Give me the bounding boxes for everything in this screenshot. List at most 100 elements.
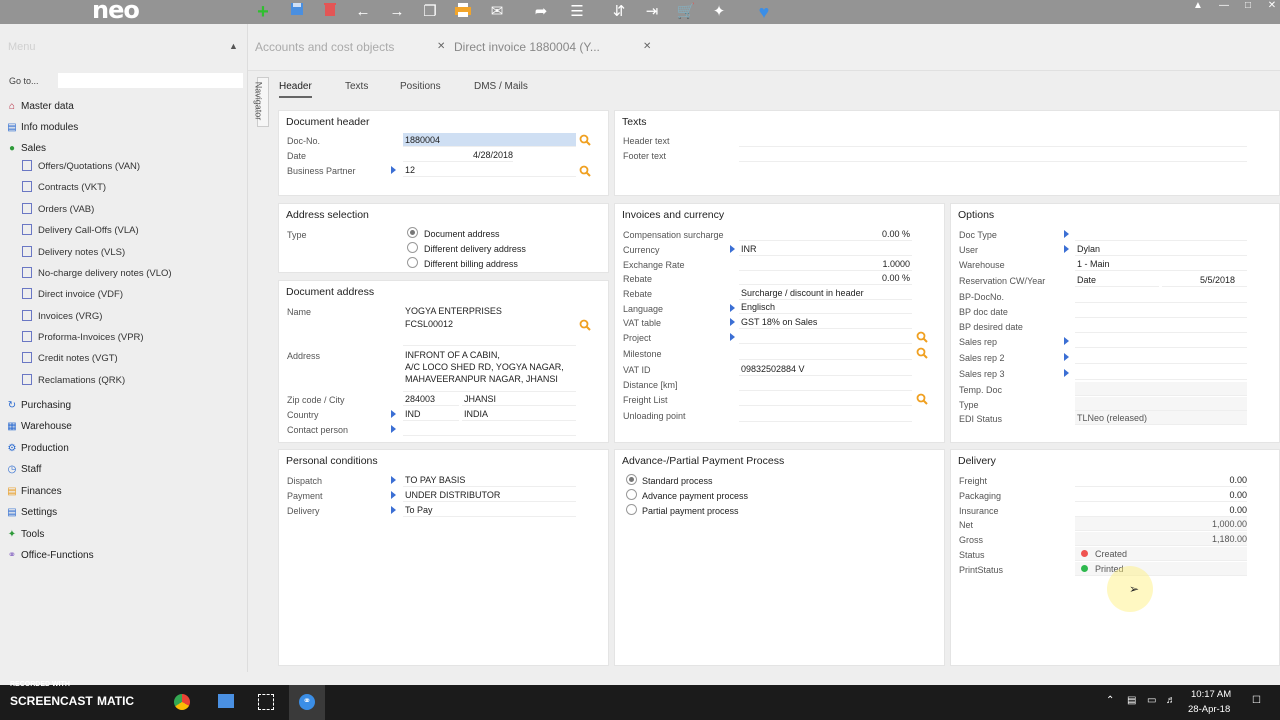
sidebar-item-production[interactable]: ⚙ Production — [5, 441, 69, 457]
insurance-field[interactable]: 0.00 — [1075, 503, 1247, 517]
tab-direct-invoice[interactable]: Direct invoice 1880004 (Y... — [454, 40, 600, 54]
rebate-mode-field[interactable]: Surcharge / discount in header — [739, 286, 912, 300]
date-field[interactable]: 4/28/2018 — [403, 148, 513, 162]
list-icon[interactable]: ☰ — [567, 2, 587, 22]
search-icon[interactable] — [916, 347, 928, 359]
volume-icon[interactable]: ♬ — [1166, 695, 1176, 706]
search-icon[interactable] — [916, 331, 928, 343]
sidebar-sub-item[interactable]: Contracts (VKT) — [22, 180, 106, 196]
close-tab-icon[interactable]: ✕ — [643, 41, 651, 52]
close-tab-icon[interactable]: ✕ — [437, 41, 445, 52]
add-icon[interactable]: + — [253, 2, 273, 22]
sales-rep-3-field[interactable] — [1075, 366, 1247, 380]
country-code-field[interactable]: IND — [403, 407, 459, 421]
sidebar-sub-item[interactable]: Invoices (VRG) — [22, 309, 102, 325]
sidebar-sub-item[interactable]: No-charge delivery notes (VLO) — [22, 266, 172, 282]
project-field[interactable] — [739, 330, 912, 344]
expand-arrow-icon[interactable] — [1064, 337, 1069, 345]
battery-icon[interactable]: ▭ — [1147, 695, 1156, 706]
country-field[interactable]: INDIA — [462, 407, 576, 421]
search-icon[interactable] — [916, 393, 928, 405]
sidebar-item-finances[interactable]: ▤ Finances — [5, 484, 61, 500]
sidebar-sub-item[interactable]: Reclamations (QRK) — [22, 373, 125, 389]
expand-arrow-icon[interactable] — [391, 166, 396, 174]
sidebar-item-warehouse[interactable]: ▦ Warehouse — [5, 419, 72, 435]
close-window-icon[interactable]: ✕ — [1262, 0, 1280, 14]
unloading-point-field[interactable] — [739, 408, 912, 422]
header-text-field[interactable] — [739, 133, 1247, 147]
file-explorer-icon[interactable] — [218, 694, 234, 708]
tab-header[interactable]: Header — [279, 81, 312, 98]
save-icon[interactable] — [287, 2, 307, 22]
delivery-field[interactable]: To Pay — [403, 503, 576, 517]
address-field[interactable]: INFRONT OF A CABIN, A/C LOCO SHED RD, YO… — [403, 348, 576, 392]
print-icon[interactable] — [453, 2, 473, 22]
rebate-field[interactable]: 0.00 % — [739, 271, 912, 285]
radio-document-address[interactable] — [407, 227, 418, 238]
business-partner-field[interactable]: 12 — [403, 163, 576, 177]
radio-billing-address[interactable] — [407, 257, 418, 268]
contact-person-field[interactable] — [403, 422, 576, 436]
share-icon[interactable]: ➦ — [531, 2, 551, 22]
neo-app-taskbar-button[interactable]: ⚭ — [289, 685, 325, 720]
radio-partial-payment[interactable] — [626, 504, 637, 515]
forward-icon[interactable]: → — [387, 2, 407, 22]
sidebar-item-master-data[interactable]: ⌂ Master data — [5, 99, 74, 115]
search-icon[interactable] — [579, 319, 591, 331]
expand-arrow-icon[interactable] — [1064, 353, 1069, 361]
expand-arrow-icon[interactable] — [1064, 245, 1069, 253]
sidebar-item-info-modules[interactable]: ▤ Info modules — [5, 120, 78, 136]
sidebar-sub-item[interactable]: Offers/Quotations (VAN) — [22, 159, 140, 175]
docno-field[interactable]: 1880004 — [403, 133, 576, 147]
pin-window-icon[interactable]: ▲ — [1188, 0, 1208, 14]
expand-arrow-icon[interactable] — [391, 506, 396, 514]
sidebar-sub-item[interactable]: Delivery Call-Offs (VLA) — [22, 223, 139, 239]
goto-input[interactable] — [58, 73, 243, 88]
sidebar-item-sales[interactable]: ● Sales — [5, 141, 46, 157]
snipping-tool-icon[interactable] — [258, 694, 274, 710]
sidebar-sub-item[interactable]: Direct invoice (VDF) — [22, 287, 123, 303]
doc-type-field[interactable] — [1075, 227, 1247, 241]
radio-advance-payment[interactable] — [626, 489, 637, 500]
pin-icon[interactable]: ▲ — [229, 41, 238, 51]
payment-field[interactable]: UNDER DISTRIBUTOR — [403, 488, 576, 502]
milestone-field[interactable] — [739, 346, 912, 360]
sidebar-sub-item[interactable]: Proforma-Invoices (VPR) — [22, 330, 144, 346]
sidebar-sub-item[interactable]: Delivery notes (VLS) — [22, 245, 125, 261]
reservation-type-field[interactable]: Date — [1075, 273, 1159, 287]
sales-rep-field[interactable] — [1075, 334, 1247, 348]
city-field[interactable]: JHANSI — [462, 392, 576, 406]
cart-icon[interactable]: 🛒 — [676, 2, 696, 22]
expand-arrow-icon[interactable] — [730, 245, 735, 253]
tab-accounts-cost-objects[interactable]: Accounts and cost objects — [255, 40, 394, 54]
footer-text-field[interactable] — [739, 148, 1247, 162]
dispatch-field[interactable]: TO PAY BASIS — [403, 473, 576, 487]
expand-arrow-icon[interactable] — [730, 318, 735, 326]
name-field[interactable]: YOGYA ENTERPRISES FCSL00012 — [403, 304, 576, 346]
expand-arrow-icon[interactable] — [391, 491, 396, 499]
transfer-icon[interactable]: ⇵ — [609, 2, 629, 22]
expand-arrow-icon[interactable] — [1064, 369, 1069, 377]
exchange-rate-field[interactable]: 1.0000 — [739, 257, 912, 271]
search-icon[interactable] — [579, 134, 591, 146]
network-icon[interactable]: ✦ — [709, 2, 729, 22]
clock-time[interactable]: 10:17 AM — [1191, 689, 1231, 700]
heart-icon[interactable]: ♥ — [754, 2, 774, 22]
distance-field[interactable] — [739, 377, 912, 391]
language-field[interactable]: Englisch — [739, 300, 912, 314]
user-field[interactable]: Dylan — [1075, 242, 1247, 256]
expand-arrow-icon[interactable] — [1064, 230, 1069, 238]
maximize-icon[interactable]: □ — [1238, 0, 1258, 14]
zip-field[interactable]: 284003 — [403, 392, 459, 406]
expand-arrow-icon[interactable] — [391, 425, 396, 433]
bp-desired-date-field[interactable] — [1075, 319, 1247, 333]
tray-chevron-icon[interactable]: ⌃ — [1106, 695, 1114, 706]
notifications-icon[interactable]: ☐ — [1252, 695, 1261, 706]
sidebar-item-staff[interactable]: ◷ Staff — [5, 462, 42, 478]
warehouse-field[interactable]: 1 - Main — [1075, 257, 1247, 271]
vat-table-field[interactable]: GST 18% on Sales — [739, 315, 912, 329]
sidebar-item-purchasing[interactable]: ↻ Purchasing — [5, 398, 71, 414]
sidebar-sub-item[interactable]: Credit notes (VGT) — [22, 351, 118, 367]
search-icon[interactable] — [579, 165, 591, 177]
expand-arrow-icon[interactable] — [730, 304, 735, 312]
